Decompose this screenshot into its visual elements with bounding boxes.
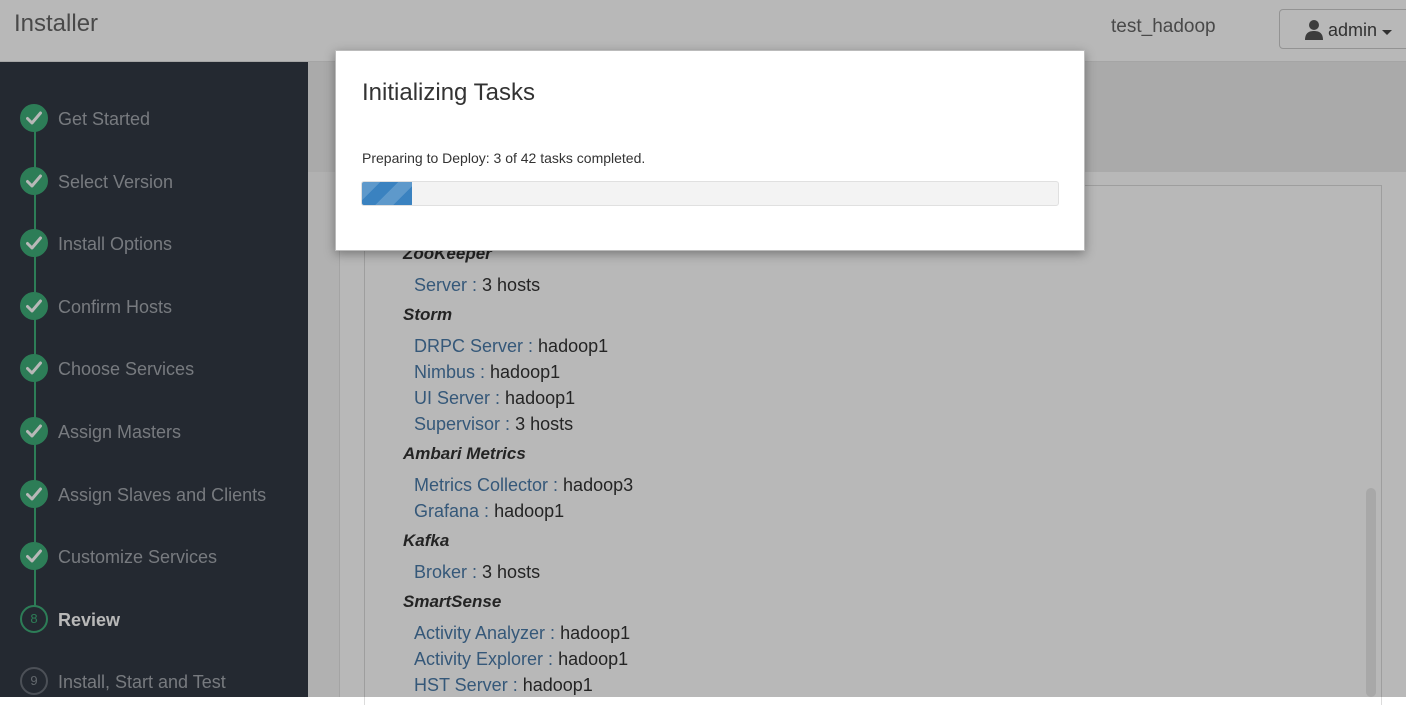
progress-bar-fill	[362, 182, 412, 205]
initializing-tasks-modal: Initializing Tasks Preparing to Deploy: …	[335, 50, 1085, 251]
modal-message: Preparing to Deploy: 3 of 42 tasks compl…	[362, 150, 646, 166]
progress-bar	[361, 181, 1059, 206]
modal-title: Initializing Tasks	[362, 79, 535, 106]
